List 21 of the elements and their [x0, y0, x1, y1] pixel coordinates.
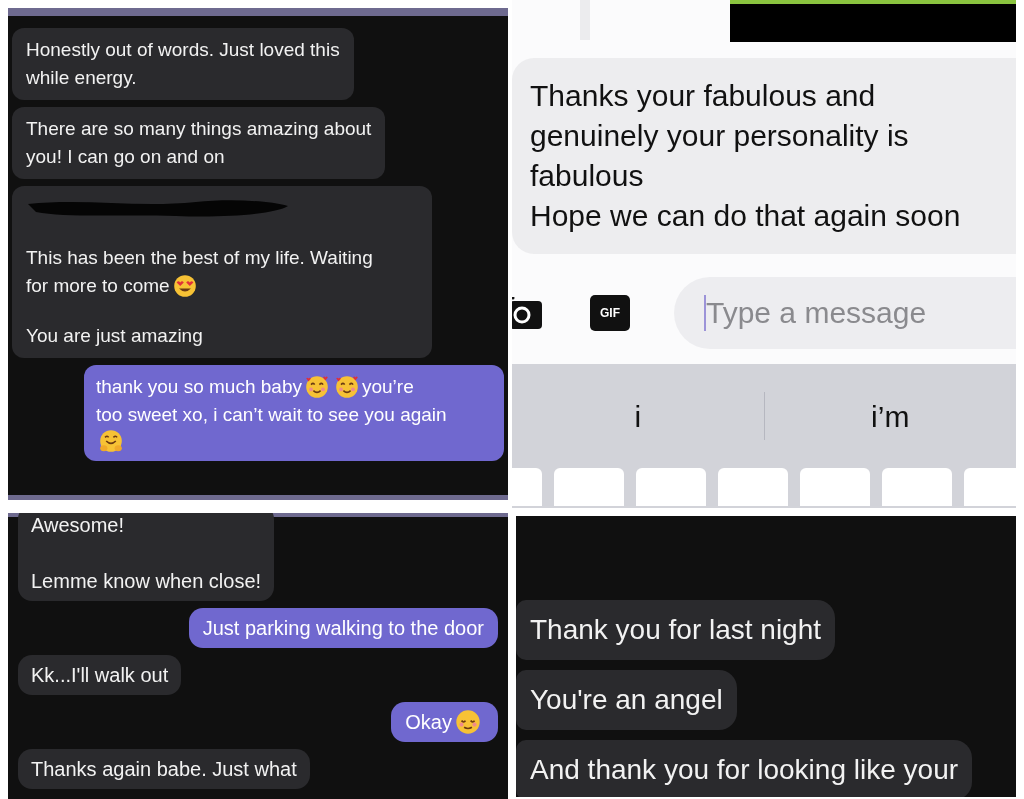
message-text: And thank you for looking like your	[530, 753, 959, 787]
message-text: Honestly out of words. Just loved this while energy.	[26, 38, 340, 90]
message-text: There are so many things amazing about you! I can go on and on	[26, 117, 372, 169]
message-text: You are just amazing	[26, 324, 203, 348]
message-text: Kk...I'll walk out	[31, 663, 169, 688]
message-text: This has been the best of my life. Waiting	[26, 246, 373, 270]
message-text: for more to come	[26, 274, 170, 298]
message-text: Thank you for last night	[530, 613, 822, 647]
message-text: You're an angel	[530, 683, 723, 717]
suggestion-word[interactable]: i’m	[764, 393, 1016, 439]
message-text: you’re	[361, 375, 414, 399]
message-text: Okay	[405, 710, 452, 735]
message-text: thank you so much baby	[96, 375, 302, 399]
message-input-field[interactable]: Type a message	[674, 277, 1016, 349]
message-text: too sweet xo, i can’t wait to see you again	[96, 403, 447, 427]
message-text: Awesome! Lemme know when close!	[31, 513, 262, 594]
message-text: Thanks your fabulous and genuinely your personality is fabulous Hope we can do that again soon	[530, 78, 961, 234]
message-text: Just parking walking to the door	[202, 616, 484, 641]
gif-button[interactable]: GIF	[590, 295, 630, 331]
message-text: Thanks again babe. Just what	[31, 757, 297, 782]
suggestion-word[interactable]: i	[512, 393, 764, 439]
